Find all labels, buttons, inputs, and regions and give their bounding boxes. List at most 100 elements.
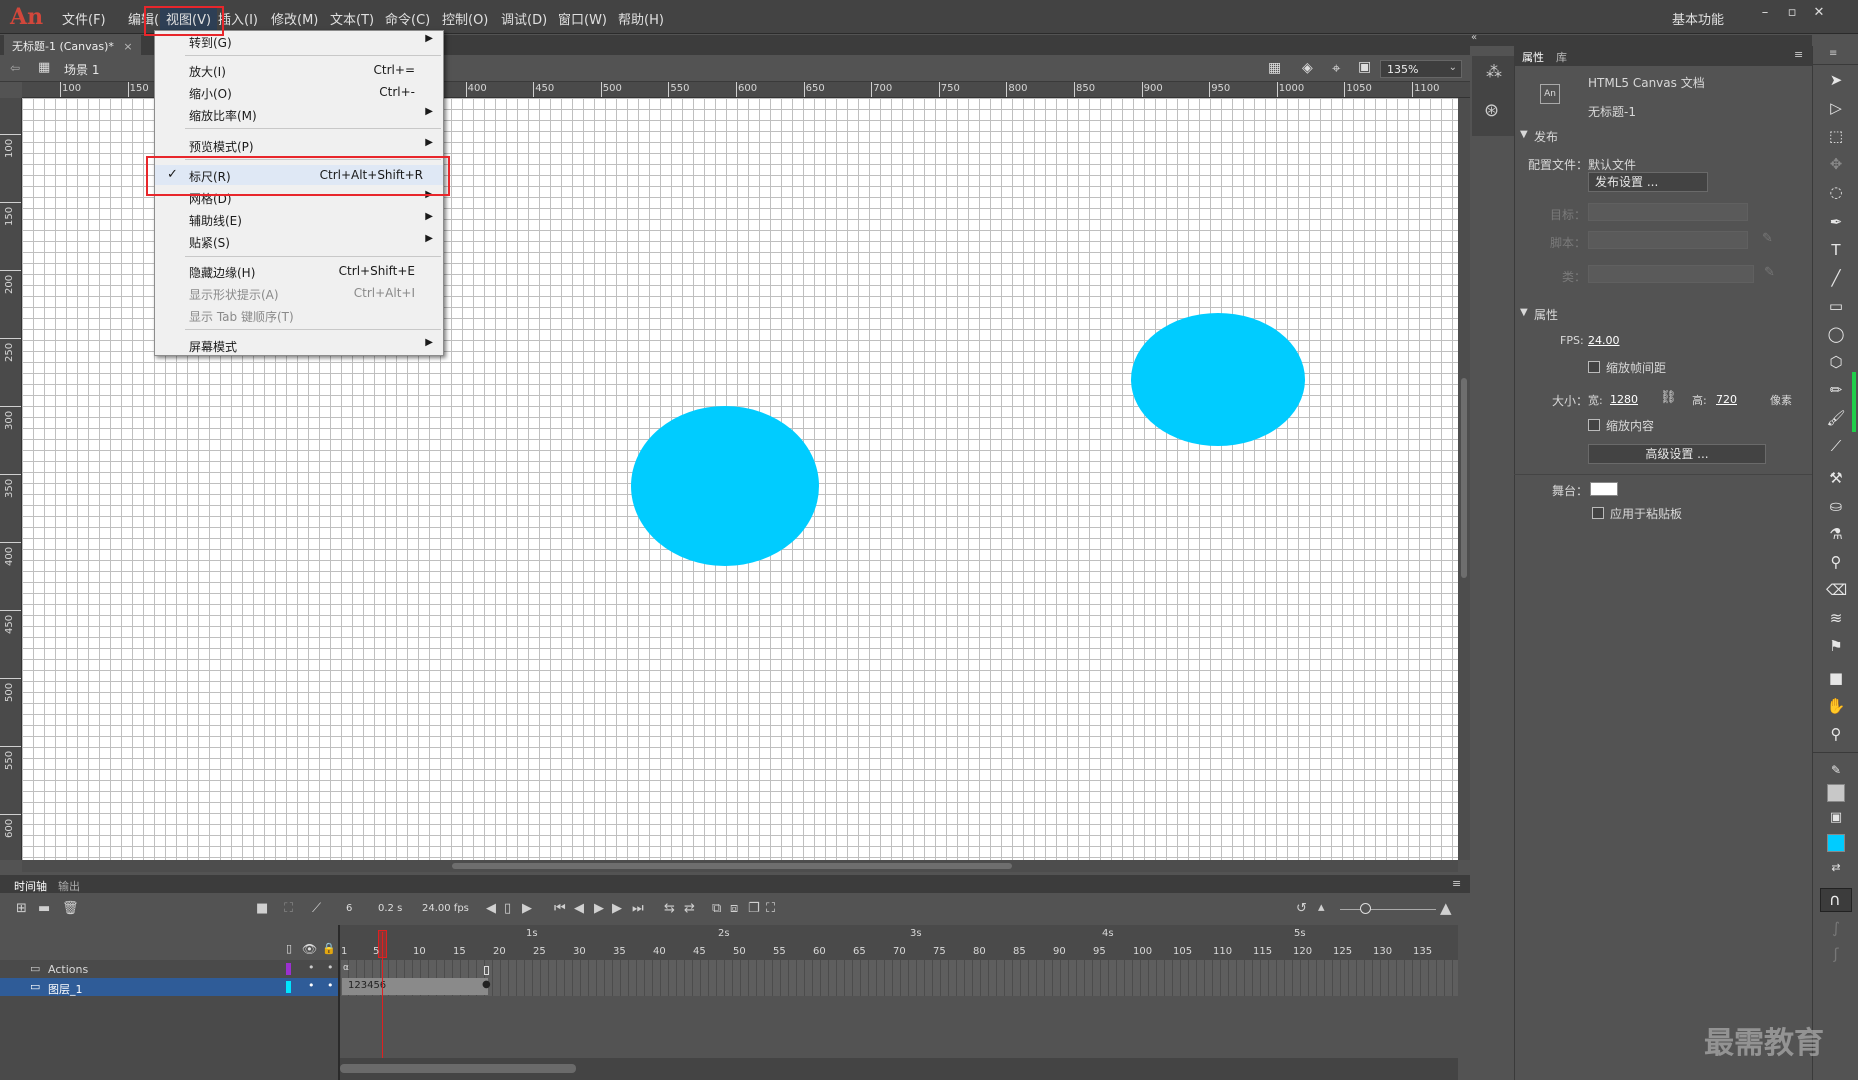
workspace-switcher[interactable]: 基本功能 xyxy=(1672,9,1724,28)
next-keyframe-icon[interactable]: ▶ xyxy=(522,901,532,916)
document-tab[interactable]: 无标题-1 (Canvas)* × xyxy=(4,35,141,55)
eyedropper-tool-icon[interactable]: ⚲ xyxy=(1826,552,1846,572)
zoom-out-frames-icon[interactable]: ▴ xyxy=(1318,900,1325,915)
loop-icon[interactable]: ⇆ xyxy=(664,901,675,916)
menu-file[interactable]: 文件(F) xyxy=(62,9,106,28)
ellipse-shape[interactable] xyxy=(1131,313,1305,446)
menu-item-show-shape-hints[interactable]: 显示形状提示(A) Ctrl+Alt+I xyxy=(155,283,443,303)
add-keyframe-icon[interactable]: ▯ xyxy=(504,901,511,916)
menu-item-guides[interactable]: 辅助线(E) ▶ xyxy=(155,209,443,229)
tab-properties[interactable]: 属性 xyxy=(1522,49,1544,65)
frame-grid[interactable] xyxy=(340,960,1458,996)
stroke-color-icon[interactable]: ✎ xyxy=(1826,760,1846,780)
layer-row-actions[interactable]: ▭ Actions • • xyxy=(0,960,340,978)
link-icon[interactable]: ⛓ xyxy=(1660,390,1677,405)
panel-menu-icon[interactable]: ≡ xyxy=(1452,877,1461,890)
visibility-toggle-icon[interactable]: 👁 xyxy=(302,942,317,956)
section-collapse-icon[interactable]: ▼ xyxy=(1520,307,1528,318)
free-transform-tool-icon[interactable]: ⬚ xyxy=(1826,126,1846,146)
menu-window[interactable]: 窗口(W) xyxy=(558,9,607,28)
bone-tool-icon[interactable]: ⚒ xyxy=(1826,468,1846,488)
menu-help[interactable]: 帮助(H) xyxy=(618,9,664,28)
edit-symbol-icon[interactable]: ◈ xyxy=(1302,60,1313,76)
scroll-thumb[interactable] xyxy=(1461,378,1467,578)
menu-text[interactable]: 文本(T) xyxy=(330,9,374,28)
menu-control[interactable]: 控制(O) xyxy=(442,9,488,28)
visibility-dot[interactable]: • xyxy=(308,961,315,974)
first-frame-icon[interactable]: ⏮ xyxy=(554,901,566,916)
action-keyframe-icon[interactable]: α xyxy=(343,963,349,973)
pencil-tool-icon[interactable]: ✏ xyxy=(1826,380,1846,400)
tab-timeline[interactable]: 时间轴 xyxy=(14,878,47,894)
menu-item-screen-mode[interactable]: 屏幕模式 ▶ xyxy=(155,335,443,355)
pen-tool-icon[interactable]: ✒ xyxy=(1826,212,1846,232)
publish-section-title[interactable]: 发布 xyxy=(1534,128,1558,145)
width-value[interactable]: 1280 xyxy=(1610,393,1638,406)
snap-to-objects-button[interactable]: ∩ xyxy=(1820,888,1852,912)
step-forward-icon[interactable]: ▶ xyxy=(612,901,622,916)
cc-libraries-icon[interactable]: ⊛ xyxy=(1484,100,1499,121)
fps-value[interactable]: 24.00 xyxy=(1588,334,1620,347)
vertical-scrollbar[interactable] xyxy=(1458,98,1470,860)
play-icon[interactable]: ▶ xyxy=(594,901,604,916)
oval-tool-icon[interactable]: ◯ xyxy=(1826,324,1846,344)
timeline-scrollbar[interactable] xyxy=(340,1058,1458,1080)
hand-tool-icon[interactable]: ✋ xyxy=(1826,696,1846,716)
pin-tool-icon[interactable]: ⚑ xyxy=(1826,636,1846,656)
onion-outline-icon[interactable]: ⧈ xyxy=(730,901,738,916)
clip-content-icon[interactable]: ▣ xyxy=(1358,59,1371,75)
height-value[interactable]: 720 xyxy=(1716,393,1737,406)
last-frame-icon[interactable]: ⏭ xyxy=(632,901,644,916)
panel-menu-icon[interactable]: ≡ xyxy=(1794,48,1803,61)
scale-content-checkbox[interactable] xyxy=(1588,419,1600,431)
frame-rate[interactable]: 24.00 fps xyxy=(422,903,469,914)
fill-color-swatch[interactable] xyxy=(1827,834,1845,852)
menu-item-magnification[interactable]: 缩放比率(M) ▶ xyxy=(155,104,443,124)
new-layer-icon[interactable]: ⊞ xyxy=(16,901,27,916)
stage-color-swatch[interactable] xyxy=(1590,482,1618,496)
lasso-tool-icon[interactable]: ◌ xyxy=(1826,182,1846,202)
zoom-in-frames-icon[interactable]: ▲ xyxy=(1440,899,1452,917)
paint-bucket-tool-icon[interactable]: ⛀ xyxy=(1826,496,1846,516)
menu-item-zoom-in[interactable]: 放大(I) Ctrl+= xyxy=(155,60,443,80)
visibility-dot[interactable]: • xyxy=(308,979,315,992)
delete-layer-icon[interactable]: 🗑 xyxy=(62,901,79,916)
line-tool-icon[interactable]: ╱ xyxy=(1826,268,1846,288)
swap-colors-icon[interactable]: ⇄ xyxy=(1826,858,1846,878)
zoom-select[interactable]: 135% ⌄ xyxy=(1380,60,1462,78)
menu-item-show-tab-order[interactable]: 显示 Tab 键顺序(T) xyxy=(155,305,443,325)
close-tab-icon[interactable]: × xyxy=(123,40,132,53)
components-icon[interactable]: ⁂ xyxy=(1486,62,1502,81)
publish-settings-button[interactable]: 发布设置 ... xyxy=(1588,172,1708,192)
maximize-icon[interactable]: ▫ xyxy=(1781,5,1803,23)
straighten-icon[interactable]: ʃ xyxy=(1826,944,1846,964)
menu-commands[interactable]: 命令(C) xyxy=(385,9,430,28)
step-back-icon[interactable]: ◀ xyxy=(574,901,584,916)
camera-icon[interactable]: ■ xyxy=(256,901,268,916)
smooth-icon[interactable]: ∫ xyxy=(1826,918,1846,938)
modify-markers-icon[interactable]: ⛶ xyxy=(766,901,775,916)
outline-toggle-icon[interactable]: ▯ xyxy=(286,942,292,955)
lock-dot[interactable]: • xyxy=(327,961,334,974)
keyframe-span[interactable]: 123456 ● xyxy=(342,978,491,995)
scale-spans-checkbox[interactable] xyxy=(1588,361,1600,373)
stroke-color-swatch[interactable] xyxy=(1827,784,1845,802)
edit-scene-icon[interactable]: ▦ xyxy=(1268,60,1281,76)
menu-modify[interactable]: 修改(M) xyxy=(271,9,318,28)
selection-tool-icon[interactable]: ➤ xyxy=(1826,70,1846,90)
menu-item-zoom-out[interactable]: 缩小(O) Ctrl+- xyxy=(155,82,443,102)
apply-pasteboard-checkbox[interactable] xyxy=(1592,507,1604,519)
width-tool-icon[interactable]: ≋ xyxy=(1826,608,1846,628)
rectangle-tool-icon[interactable]: ▭ xyxy=(1826,296,1846,316)
graph-icon[interactable]: ⟋ xyxy=(312,901,321,916)
edit-multiple-frames-icon[interactable]: ❐ xyxy=(748,901,760,916)
menu-item-hide-edges[interactable]: 隐藏边缘(H) Ctrl+Shift+E xyxy=(155,261,443,281)
lock-dot[interactable]: • xyxy=(327,979,334,992)
playback-icon[interactable]: ⇄ xyxy=(684,901,695,916)
menu-debug[interactable]: 调试(D) xyxy=(501,9,547,28)
3d-rotation-tool-icon[interactable]: ✥ xyxy=(1826,154,1846,174)
zoom-tool-icon[interactable]: ⚲ xyxy=(1826,724,1846,744)
layer-color-marker[interactable] xyxy=(286,981,291,993)
text-tool-icon[interactable]: T xyxy=(1826,240,1846,260)
paint-brush-tool-icon[interactable]: 🖌 xyxy=(1826,408,1846,428)
